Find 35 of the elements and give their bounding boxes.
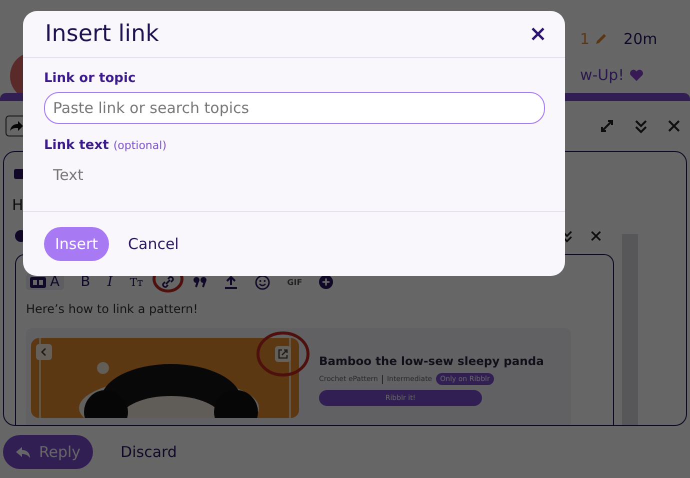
chevron-left-icon [36,344,52,360]
pattern-title: Bamboo the low-sew sleepy panda [319,354,544,368]
field-label: Link text (optional) [44,138,168,153]
insert-button[interactable]: Insert [44,227,110,261]
pencil-icon [594,32,608,46]
emoji-icon [255,274,270,290]
external-link-icon [275,346,291,362]
post-text: w-Up! [580,66,624,84]
format-glyph: Tт [130,276,144,288]
link-icon [160,274,176,290]
dialog-title: Insert link [45,21,159,47]
close-icon [590,230,602,242]
edit-count[interactable]: 1 [580,30,590,48]
format-glyph: A [50,274,60,290]
gif-label: GIF [287,278,302,286]
upload-icon [224,275,238,289]
heart-icon [629,68,644,82]
expand-icon[interactable] [599,118,615,134]
body-text: Here’s how to link a pattern! [26,302,198,316]
quote-icon [193,276,208,288]
field-label: Link or topic [44,71,137,86]
post-age: 20m [624,30,658,48]
cancel-button[interactable]: Cancel [117,227,190,261]
discard-button[interactable]: Discard [108,435,189,469]
collapse-icon[interactable] [633,118,649,134]
annotation-circle [255,330,311,378]
close-icon[interactable] [531,27,545,41]
format-glyph: I [107,274,113,290]
format-glyph: B [80,274,90,290]
scrollbar[interactable] [622,234,638,425]
reply-icon [15,446,31,458]
input-field[interactable]: Paste link or search topics [44,92,545,124]
input-field[interactable]: Text [44,159,545,191]
reply-button[interactable]: Reply [3,435,93,469]
reply-text: H [12,196,24,214]
